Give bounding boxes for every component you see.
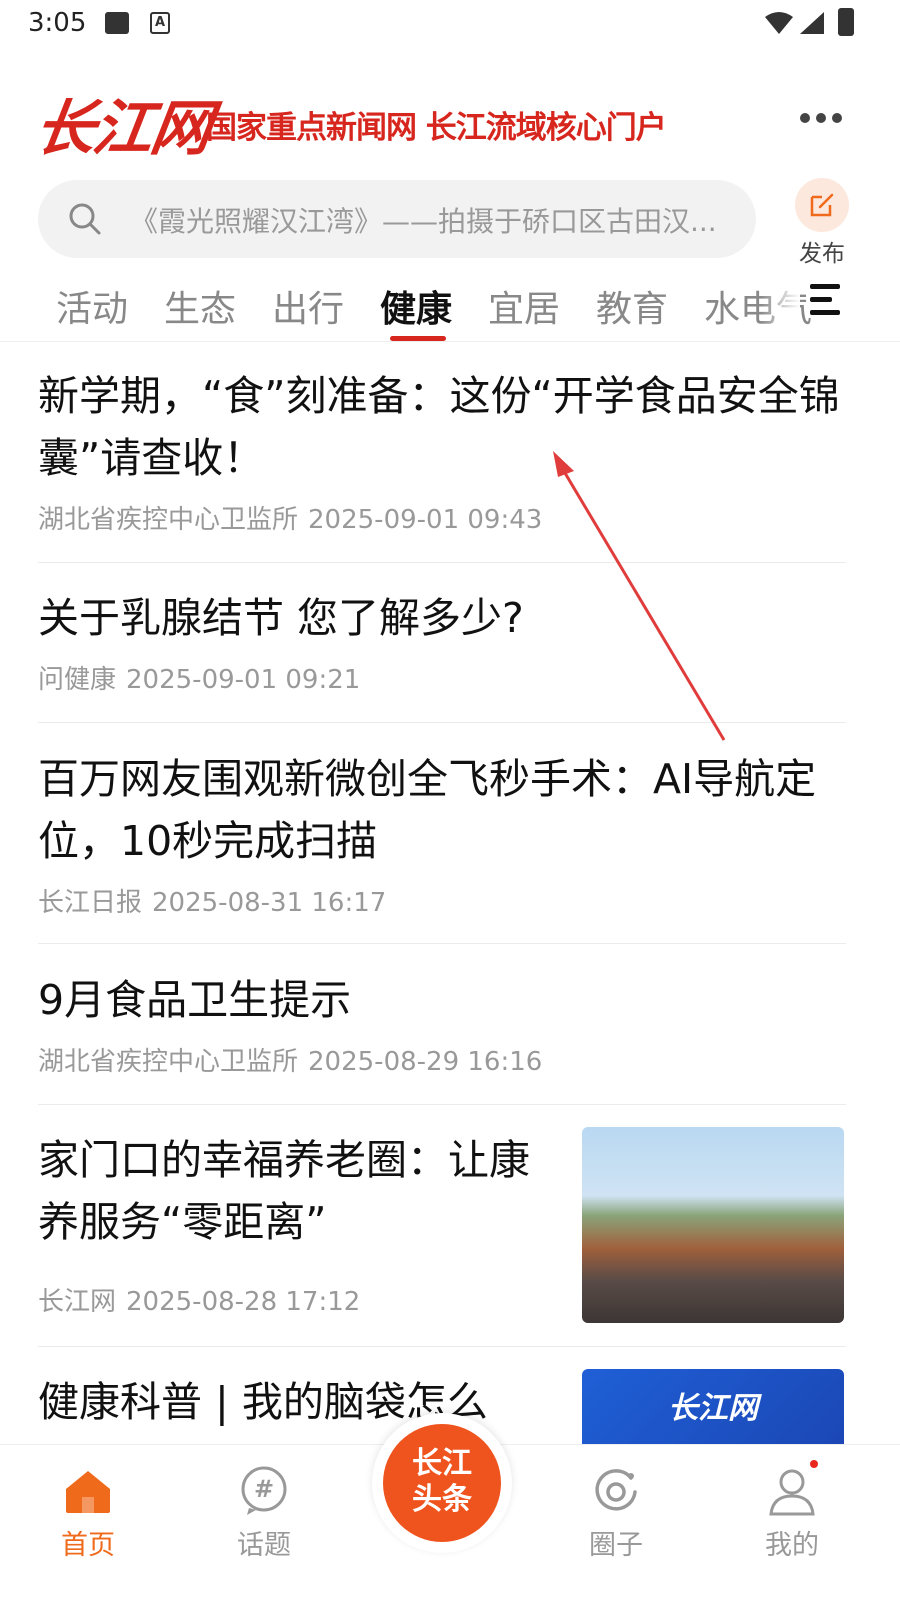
nav-home-label: 首页 bbox=[61, 1530, 115, 1561]
tab-ecology[interactable]: 生态 bbox=[164, 280, 236, 332]
news-meta: 长江日报 2025-08-31 16:17 bbox=[38, 882, 846, 919]
bottom-navigation: 首页 # 话题 长江 头条 圈子 我的 bbox=[0, 1413, 900, 1600]
news-meta: 湖北省疾控中心卫监所 2025-08-29 16:16 bbox=[38, 1041, 846, 1078]
headlines-line1: 长江 bbox=[412, 1446, 472, 1481]
headlines-badge: 长江 头条 bbox=[383, 1424, 501, 1542]
news-source: 长江日报 bbox=[38, 888, 143, 918]
wifi-icon bbox=[765, 12, 793, 34]
publish-label: 发布 bbox=[799, 241, 845, 267]
image-notification-icon bbox=[105, 12, 129, 34]
news-item[interactable]: 关于乳腺结节 您了解多少? 问健康 2025-09-01 09:21 bbox=[38, 587, 846, 723]
news-title: 家门口的幸福养老圈：让康养服务“零距离” bbox=[38, 1136, 530, 1246]
headlines-button[interactable]: 长江 头条 bbox=[372, 1413, 512, 1553]
news-title: 新学期，“食”刻准备：这份“开学食品安全锦囊”请查收！ bbox=[38, 372, 840, 482]
circle-icon bbox=[566, 1465, 666, 1517]
tab-activity[interactable]: 活动 bbox=[56, 280, 128, 332]
news-time: 2025-09-01 09:43 bbox=[308, 505, 543, 535]
news-item[interactable]: 9月食品卫生提示 湖北省疾控中心卫监所 2025-08-29 16:16 bbox=[38, 969, 846, 1105]
headlines-line2: 头条 bbox=[412, 1482, 472, 1517]
news-source: 湖北省疾控中心卫监所 bbox=[38, 1047, 299, 1077]
news-item[interactable]: 新学期，“食”刻准备：这份“开学食品安全锦囊”请查收！ 湖北省疾控中心卫监所 20… bbox=[38, 365, 846, 563]
tab-fade bbox=[760, 270, 800, 340]
category-tabs: 活动 生态 出行 健康 宜居 教育 水电气 bbox=[0, 270, 900, 342]
nav-topics[interactable]: # 话题 bbox=[214, 1465, 314, 1562]
more-options-button[interactable] bbox=[800, 110, 842, 126]
news-item[interactable]: 家门口的幸福养老圈：让康养服务“零距离” 长江网 2025-08-28 17:12 bbox=[38, 1127, 846, 1347]
font-notification-icon: A bbox=[150, 12, 170, 34]
signal-icon bbox=[800, 12, 824, 34]
brand-slogan: 国家重点新闻网 长江流域核心门户 bbox=[206, 110, 667, 146]
search-placeholder: 《霞光照耀汉江湾》——拍摄于硚口区古田汉... bbox=[130, 205, 717, 238]
status-time: 3:05 bbox=[28, 8, 87, 38]
news-source: 湖北省疾控中心卫监所 bbox=[38, 505, 299, 535]
news-meta: 湖北省疾控中心卫监所 2025-09-01 09:43 bbox=[38, 499, 846, 536]
news-title: 9月食品卫生提示 bbox=[38, 976, 352, 1024]
notification-dot bbox=[808, 1458, 820, 1470]
nav-circle[interactable]: 圈子 bbox=[566, 1465, 666, 1562]
edit-icon bbox=[795, 178, 849, 232]
nav-mine[interactable]: 我的 bbox=[742, 1465, 842, 1562]
news-time: 2025-08-31 16:17 bbox=[152, 888, 387, 918]
brand-header: 长江网 国家重点新闻网 长江流域核心门户 bbox=[0, 80, 900, 164]
news-source: 问健康 bbox=[38, 665, 117, 695]
channel-menu-icon[interactable] bbox=[806, 282, 842, 318]
user-icon bbox=[742, 1465, 842, 1517]
status-bar: 3:05 A bbox=[0, 0, 900, 50]
tab-health[interactable]: 健康 bbox=[380, 280, 452, 332]
nav-topics-label: 话题 bbox=[237, 1530, 291, 1561]
news-source: 长江网 bbox=[38, 1287, 117, 1317]
news-time: 2025-08-29 16:16 bbox=[308, 1047, 543, 1077]
news-title: 关于乳腺结节 您了解多少? bbox=[38, 594, 524, 642]
news-title: 百万网友围观新微创全飞秒手术：AI导航定位，10秒完成扫描 bbox=[38, 755, 817, 865]
news-meta: 问健康 2025-09-01 09:21 bbox=[38, 659, 846, 696]
nav-home[interactable]: 首页 bbox=[38, 1465, 138, 1562]
active-tab-indicator bbox=[390, 336, 446, 341]
home-icon bbox=[38, 1465, 138, 1517]
battery-icon bbox=[838, 8, 854, 36]
changjiang-logo: 长江网 bbox=[30, 94, 215, 164]
news-item[interactable]: 百万网友围观新微创全飞秒手术：AI导航定位，10秒完成扫描 长江日报 2025-0… bbox=[38, 748, 846, 944]
hashtag-icon: # bbox=[214, 1465, 314, 1517]
tab-living[interactable]: 宜居 bbox=[488, 280, 560, 332]
news-thumbnail bbox=[582, 1127, 844, 1323]
nav-circle-label: 圈子 bbox=[589, 1530, 643, 1561]
tab-education[interactable]: 教育 bbox=[596, 280, 668, 332]
nav-mine-label: 我的 bbox=[765, 1530, 819, 1561]
news-time: 2025-09-01 09:21 bbox=[126, 665, 361, 695]
thumbnail-logo: 长江网 bbox=[668, 1391, 758, 1426]
news-time: 2025-08-28 17:12 bbox=[126, 1287, 361, 1317]
tab-travel[interactable]: 出行 bbox=[272, 280, 344, 332]
search-icon bbox=[69, 203, 101, 235]
publish-button[interactable]: 发布 bbox=[790, 178, 854, 268]
svg-text:#: # bbox=[254, 1475, 274, 1503]
search-input[interactable]: 《霞光照耀汉江湾》——拍摄于硚口区古田汉... bbox=[38, 180, 756, 258]
